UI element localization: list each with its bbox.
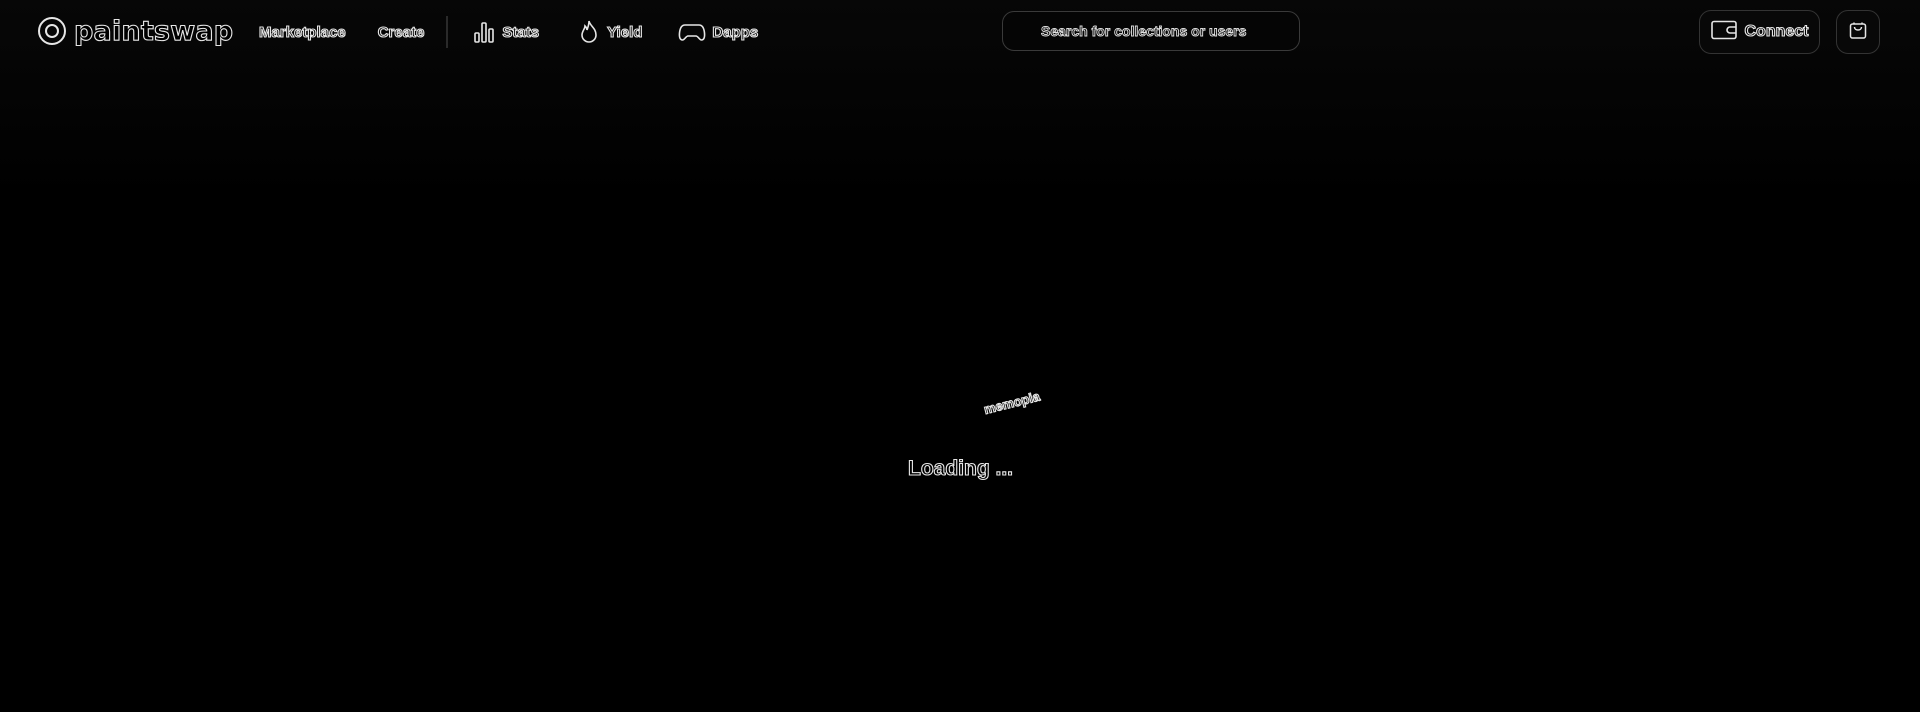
loading-tag: memopia (982, 388, 1042, 417)
page: paintswap Marketplace Create Stats Yield… (0, 0, 1920, 712)
loading-text: Loading ... (907, 456, 1013, 480)
loading-area: memopia Loading ... (0, 0, 1920, 712)
